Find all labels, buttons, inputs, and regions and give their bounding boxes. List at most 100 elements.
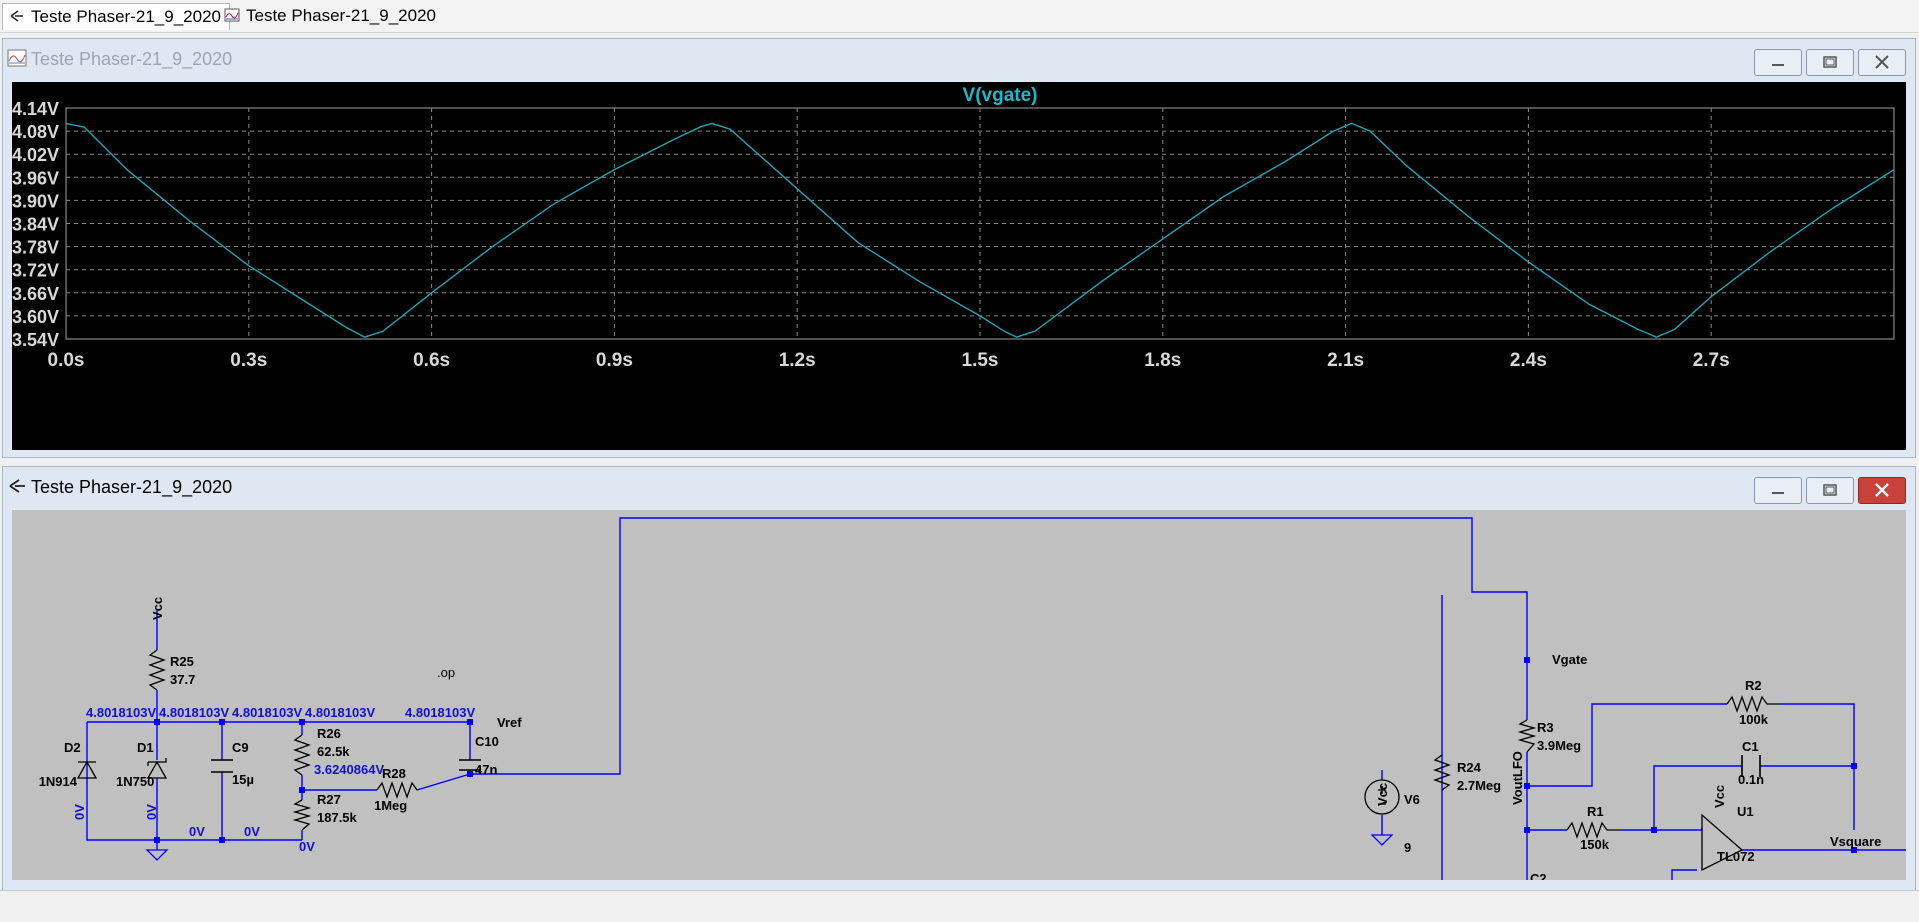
- tab-schematic[interactable]: Teste Phaser-21_9_2020: [2, 3, 230, 30]
- close-button[interactable]: [1858, 49, 1906, 76]
- y-tick-label: 3.78V: [12, 238, 59, 258]
- maximize-button[interactable]: [1806, 477, 1854, 504]
- status-bar: [0, 890, 1919, 922]
- component-value-r3[interactable]: 3.9Meg: [1537, 738, 1581, 753]
- y-tick-label: 3.96V: [12, 168, 59, 188]
- component-name-c2[interactable]: C2: [1530, 871, 1547, 880]
- component-name-r25[interactable]: R25: [170, 654, 194, 669]
- x-tick-label: 0.3s: [230, 350, 267, 371]
- y-tick-label: 3.84V: [12, 215, 59, 235]
- tab-label: Teste Phaser-21_9_2020: [246, 6, 436, 25]
- net-label-vref: Vref: [497, 715, 522, 730]
- waveform-chart[interactable]: 4.14V 4.08V 4.02V 3.96V 3.90V 3.84V 3.78V 3.72V…: [12, 82, 1906, 450]
- chart-title: V(vgate): [963, 85, 1038, 106]
- y-tick-label: 4.02V: [12, 145, 59, 165]
- y-tick-label: 3.54V: [12, 330, 59, 350]
- ground-symbols: [145, 834, 1394, 861]
- x-tick-label: 0.9s: [596, 350, 633, 371]
- component-value-u1[interactable]: TL072: [1717, 849, 1755, 864]
- net-label-vgate: Vgate: [1552, 652, 1587, 667]
- net-label-vsquare: Vsquare: [1830, 834, 1881, 849]
- schematic-window-titlebar[interactable]: Teste Phaser-21_9_2020: [3, 467, 1915, 509]
- wires: [86, 517, 1906, 880]
- voltage-label: 0V: [244, 824, 260, 839]
- y-tick-label: 3.60V: [12, 307, 59, 327]
- component-value-r25[interactable]: 37.7: [170, 672, 195, 687]
- voltage-label: 0V: [144, 804, 159, 820]
- voltage-label: 4.8018103V: [405, 705, 475, 720]
- maximize-button[interactable]: [1806, 49, 1854, 76]
- x-tick-label: 0.6s: [413, 350, 450, 371]
- net-label-vcc-v6: Vcc: [1375, 783, 1390, 806]
- waveform-plot-area[interactable]: 4.14V 4.08V 4.02V 3.96V 3.90V 3.84V 3.78V 3.72V…: [12, 82, 1906, 450]
- component-name-c9[interactable]: C9: [232, 740, 249, 755]
- waveform-icon: [224, 8, 240, 22]
- minimize-button[interactable]: [1754, 49, 1802, 76]
- x-tick-label: 2.1s: [1327, 350, 1364, 371]
- component-value-r1[interactable]: 150k: [1580, 837, 1610, 852]
- net-label-vcc-u1: Vcc: [1712, 785, 1727, 808]
- close-icon: [1875, 483, 1889, 497]
- component-value-r28[interactable]: 1Meg: [374, 798, 407, 813]
- component-value-v6[interactable]: 9: [1404, 840, 1411, 855]
- waveform-window-titlebar[interactable]: Teste Phaser-21_9_2020: [3, 39, 1915, 81]
- component-value-c1[interactable]: 0.1n: [1738, 772, 1764, 787]
- y-tick-label: 3.72V: [12, 261, 59, 281]
- component-value-c9[interactable]: 15µ: [232, 772, 254, 787]
- voltage-label: 0V: [72, 804, 87, 820]
- tab-label: Teste Phaser-21_9_2020: [31, 7, 221, 26]
- minimize-button[interactable]: [1754, 477, 1802, 504]
- component-name-r27[interactable]: R27: [317, 792, 341, 807]
- voltage-label: 0V: [189, 824, 205, 839]
- voltage-label: 4.8018103V: [159, 705, 229, 720]
- waveform-icon: [7, 49, 27, 67]
- y-tick-label: 3.66V: [12, 284, 59, 304]
- net-label-vcc: Vcc: [150, 597, 165, 620]
- voltage-label: 0V: [299, 839, 315, 854]
- x-tick-label: 0.0s: [48, 350, 85, 371]
- schematic-canvas[interactable]: Vcc Vref Vgate VoutLFO Vsquare Vcc Vcc .…: [12, 510, 1906, 880]
- component-name-r26[interactable]: R26: [317, 726, 341, 741]
- x-tick-label: 1.5s: [962, 350, 999, 371]
- close-button[interactable]: [1858, 477, 1906, 504]
- maximize-icon: [1823, 484, 1837, 496]
- schematic-icon: [9, 479, 25, 493]
- voltage-label: 3.6240864V: [314, 762, 384, 777]
- document-tab-bar: Teste Phaser-21_9_2020 Teste Phaser-21_9…: [0, 0, 1919, 33]
- y-tick-label: 3.90V: [12, 191, 59, 211]
- component-value-r27[interactable]: 187.5k: [317, 810, 358, 825]
- maximize-icon: [1823, 56, 1837, 68]
- component-name-r24[interactable]: R24: [1457, 760, 1482, 775]
- y-tick-label: 4.14V: [12, 99, 59, 119]
- component-value-d2[interactable]: 1N914: [39, 774, 78, 789]
- component-name-c1[interactable]: C1: [1742, 739, 1759, 754]
- voltage-label: 4.8018103V: [232, 705, 302, 720]
- component-name-v6[interactable]: V6: [1404, 792, 1420, 807]
- component-value-r24[interactable]: 2.7Meg: [1457, 778, 1501, 793]
- component-value-r26[interactable]: 62.5k: [317, 744, 350, 759]
- component-name-r28[interactable]: R28: [382, 766, 406, 781]
- minimize-icon: [1772, 64, 1784, 66]
- close-icon: [1875, 55, 1889, 69]
- component-name-r3[interactable]: R3: [1537, 720, 1554, 735]
- x-tick-label: 1.8s: [1144, 350, 1181, 371]
- window-title: Teste Phaser-21_9_2020: [31, 49, 233, 69]
- net-label-voutlfo: VoutLFO: [1510, 751, 1525, 805]
- voltage-label: 4.8018103V: [86, 705, 156, 720]
- schematic-icon: [10, 10, 23, 22]
- x-tick-label: 2.7s: [1693, 350, 1730, 371]
- x-tick-label: 2.4s: [1510, 350, 1547, 371]
- component-name-r2[interactable]: R2: [1745, 678, 1762, 693]
- component-name-r1[interactable]: R1: [1587, 804, 1604, 819]
- op-directive[interactable]: .op: [437, 665, 455, 680]
- window-title: Teste Phaser-21_9_2020: [31, 477, 233, 497]
- component-value-c10[interactable]: 47n: [475, 762, 497, 777]
- component-name-c10[interactable]: C10: [475, 734, 499, 749]
- y-tick-label: 4.08V: [12, 122, 59, 142]
- component-name-d1[interactable]: D1: [137, 740, 154, 755]
- component-value-r2[interactable]: 100k: [1739, 712, 1769, 727]
- component-value-d1[interactable]: 1N750: [116, 774, 154, 789]
- component-name-d2[interactable]: D2: [64, 740, 81, 755]
- component-name-u1[interactable]: U1: [1737, 804, 1754, 819]
- tab-waveform[interactable]: Teste Phaser-21_9_2020: [218, 3, 442, 29]
